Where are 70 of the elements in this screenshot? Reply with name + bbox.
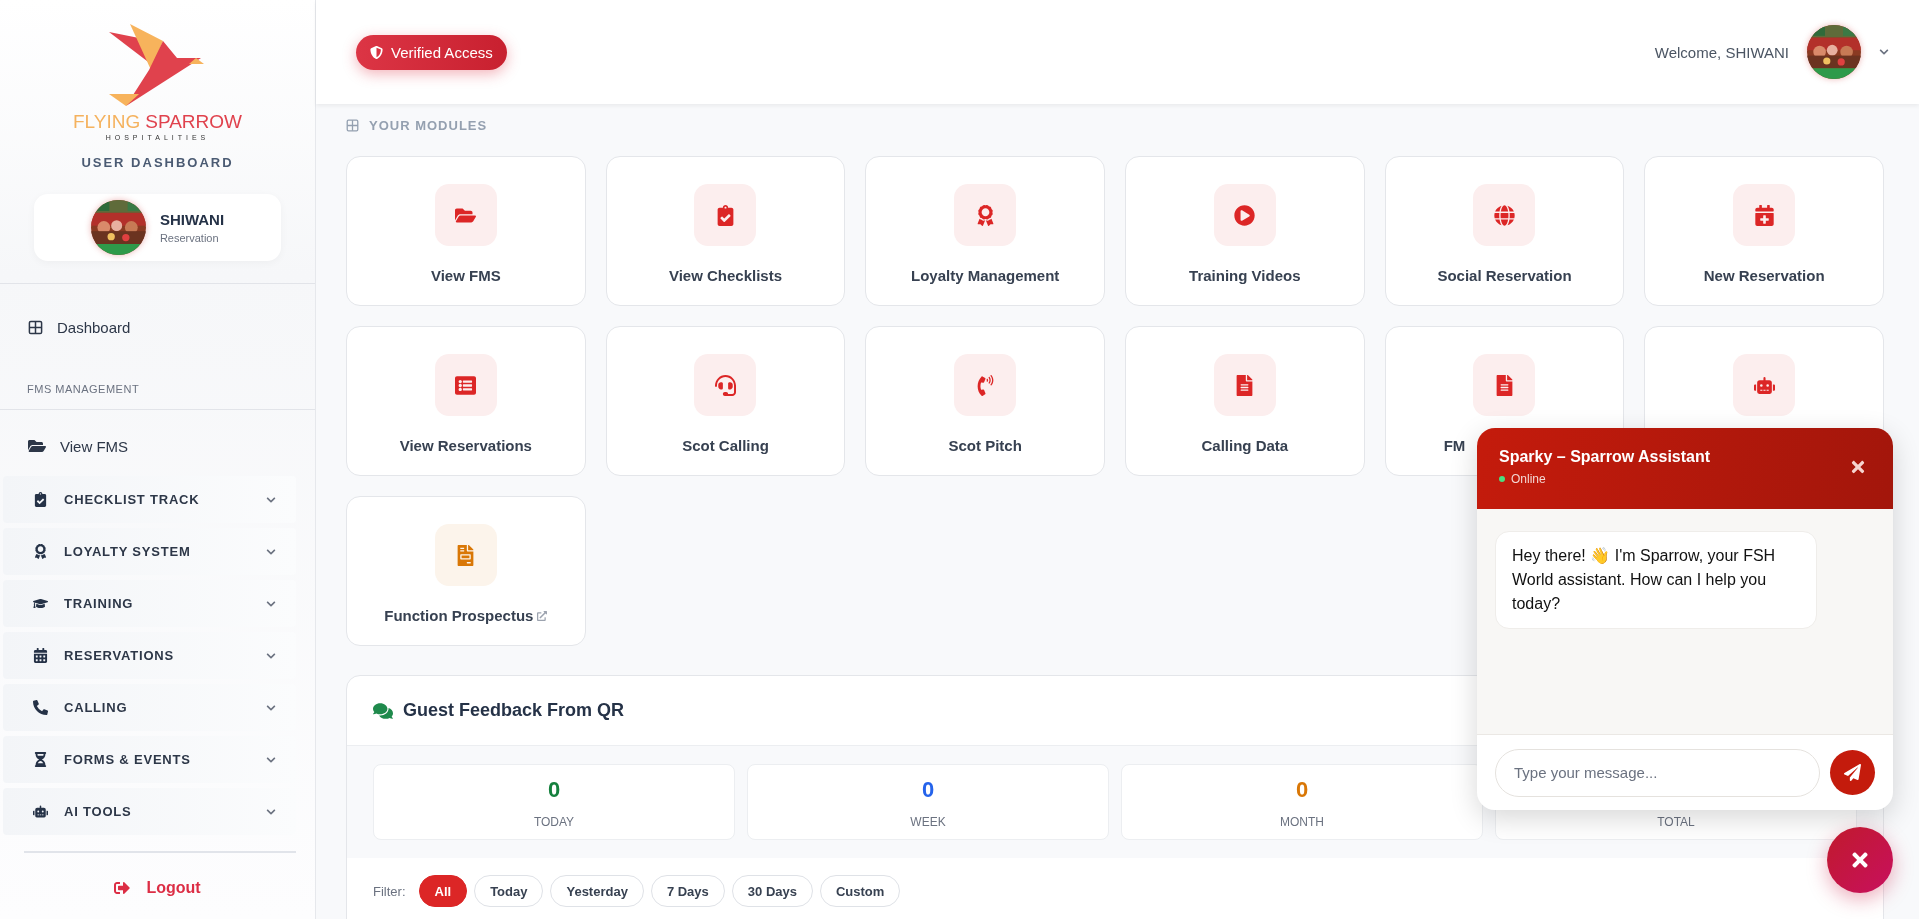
- logout-icon: [114, 880, 131, 896]
- module-card[interactable]: Function Prospectus: [346, 496, 586, 646]
- section-title: YOUR MODULES: [369, 118, 488, 133]
- module-card[interactable]: Social Reservation: [1384, 156, 1625, 306]
- module-label: FM: [1443, 437, 1466, 454]
- grid-icon: [346, 119, 359, 132]
- dashboard-link[interactable]: Dashboard: [0, 309, 315, 345]
- send-icon: [1844, 764, 1861, 781]
- brand-word: SPARROW: [145, 112, 242, 131]
- card-title: Guest Feedback From QR: [403, 700, 625, 721]
- close-icon: [1849, 458, 1867, 476]
- grid-icon: [28, 319, 43, 335]
- nav-group[interactable]: CHECKLIST TRACK: [3, 476, 296, 523]
- module-label: Social Reservation: [1437, 267, 1572, 284]
- user-role: Reservation: [159, 232, 220, 244]
- shield-icon: [370, 45, 383, 59]
- welcome-text: Welcome, SHIWANI: [1654, 43, 1789, 61]
- chat-bubbles-icon: [373, 700, 393, 721]
- view-fms-link[interactable]: View FMS: [0, 428, 315, 464]
- module-label: Training Videos: [1189, 267, 1301, 284]
- stat-label: MONTH: [1280, 815, 1324, 829]
- brand-word: FLYING: [73, 112, 141, 131]
- module-label: View Reservations: [399, 437, 532, 454]
- stat-label: TOTAL: [1657, 815, 1695, 829]
- module-card[interactable]: Loyalty Management: [865, 156, 1105, 306]
- module-card[interactable]: New Reservation: [1644, 156, 1884, 306]
- module-card[interactable]: View Reservations: [346, 326, 586, 476]
- module-card[interactable]: View Checklists: [605, 156, 846, 306]
- stat-value: 0: [1295, 779, 1309, 801]
- message-input[interactable]: Type your message...: [1495, 748, 1820, 797]
- module-card[interactable]: Calling Data: [1125, 326, 1365, 476]
- send-button[interactable]: [1830, 750, 1875, 795]
- calendar-icon: [33, 648, 48, 663]
- module-card[interactable]: Scot Calling: [605, 326, 846, 476]
- filter-label: Filter:: [373, 883, 406, 899]
- module-label: View Checklists: [668, 267, 783, 284]
- phone-icon: [33, 700, 48, 715]
- clipboard-check-icon: [33, 492, 48, 507]
- logout-link[interactable]: Logout: [0, 879, 315, 897]
- filter-chip[interactable]: Yesterday: [550, 875, 644, 907]
- stat-value: 0: [547, 779, 561, 801]
- module-label: Function Prospectus: [384, 607, 534, 624]
- verified-badge: Verified Access: [356, 34, 507, 70]
- module-card[interactable]: Scot Pitch: [865, 326, 1105, 476]
- chat-message: Hey there! 👋 I'm Sparrow, your FSH World assistant. How can I help you today?: [1495, 531, 1817, 629]
- stat-label: TODAY: [533, 815, 575, 829]
- chevron-icon[interactable]: [1879, 47, 1889, 57]
- section-label: FMS MANAGEMENT: [26, 383, 141, 395]
- award-icon: [33, 544, 48, 559]
- module-label: View FMS: [430, 267, 501, 284]
- filter-chip[interactable]: All: [418, 875, 468, 907]
- stat-value: 0: [921, 779, 935, 801]
- module-card[interactable]: Training Videos: [1125, 156, 1365, 306]
- filter-chip[interactable]: Today: [474, 875, 544, 907]
- filter-chip[interactable]: 7 Days: [650, 875, 725, 907]
- hourglass-icon: [33, 752, 48, 767]
- module-label: Scot Pitch: [948, 437, 1022, 454]
- module-card[interactable]: View FMS: [346, 156, 586, 306]
- robot-icon: [33, 804, 48, 819]
- module-label: Calling Data: [1201, 437, 1289, 454]
- module-label: New Reservation: [1703, 267, 1825, 284]
- module-label: Loyalty Management: [910, 267, 1060, 284]
- module-label: Scot Calling: [682, 437, 769, 454]
- user-name: SHIWANI: [159, 211, 225, 228]
- folder-icon: [28, 437, 46, 455]
- sidebar-title: USER DASHBOARD: [81, 155, 234, 170]
- graduation-cap-icon: [33, 596, 48, 611]
- filter-chip[interactable]: 30 Days: [731, 875, 813, 907]
- filter-chip[interactable]: Custom: [819, 875, 901, 907]
- stat-label: WEEK: [910, 815, 946, 829]
